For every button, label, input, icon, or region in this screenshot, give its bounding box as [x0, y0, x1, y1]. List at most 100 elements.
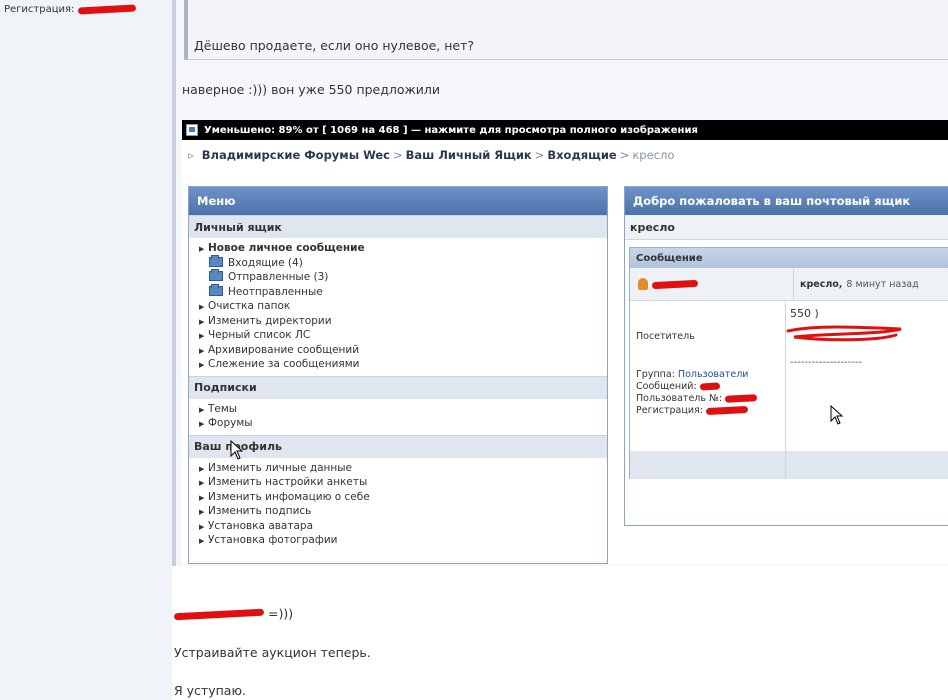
bottom-line-3: Я уступаю.	[174, 683, 246, 698]
message-subject-line: кресло, 8 минут назад	[794, 268, 948, 300]
breadcrumb-current: кресло	[632, 148, 675, 162]
registration-line: Регистрация:	[636, 405, 749, 416]
group-link[interactable]: Пользователи	[678, 369, 749, 380]
inbox-subject: кресло	[625, 215, 948, 240]
user-icon	[638, 278, 648, 290]
message-content-row: Посетитель Группа: Пользователи Сообщени…	[630, 301, 948, 451]
bullet-icon: ▶	[199, 420, 205, 428]
menu-item-signature: ▶ Изменить подпись	[189, 504, 607, 519]
bullet-icon: ▶	[199, 361, 205, 369]
inbox-title: Добро пожаловать в ваш почтовый ящик	[625, 187, 948, 215]
bullet-icon: ▶	[199, 332, 205, 340]
menu-section-title: Подписки	[189, 375, 607, 399]
quote-text: Дёшево продаете, если оно нулевое, нет?	[194, 38, 475, 53]
group-line: Группа: Пользователи	[636, 369, 749, 380]
menu-item-photo: ▶ Установка фотографии	[189, 533, 607, 548]
breadcrumb-item: Ваш Личный Ящик	[405, 148, 532, 162]
registration-label: Регистрация:	[4, 4, 75, 15]
image-resize-bar[interactable]: Уменьшено: 89% от [ 1069 на 468 ] — нажм…	[182, 120, 948, 140]
menu-list-subscriptions: ▶ Темы ▶ Форумы	[189, 399, 607, 435]
cursor-arrow-icon	[830, 404, 844, 425]
menu-list-profile: ▶ Изменить личные данные ▶ Изменить настро…	[189, 458, 607, 552]
folder-icon	[209, 254, 223, 267]
author-registration: Регистрация:	[4, 3, 136, 15]
menu-item-tracking: ▶ Слежение за сообщениями	[189, 357, 607, 372]
folder-icon	[209, 269, 223, 281]
image-resize-text: Уменьшено: 89% от [ 1069 на 468 ] — нажм…	[204, 124, 698, 136]
mouse-cursor	[230, 439, 244, 464]
menu-list-mailbox: ▶ Новое личное сообщение Входящие (4) Отп…	[189, 238, 607, 376]
redaction-mark	[705, 405, 749, 416]
author-info: Посетитель Группа: Пользователи Сообщени…	[630, 301, 786, 451]
redaction-scribble-icon	[786, 325, 902, 342]
menu-item-inbox: Входящие (4)	[189, 254, 607, 271]
post-divider	[172, 0, 176, 566]
redaction-mark	[173, 608, 265, 621]
message-header: Сообщение	[630, 248, 948, 268]
messages-line: Сообщений:	[636, 381, 720, 392]
message-author	[630, 268, 794, 300]
menu-item-profile-settings: ▶ Изменить настройки анкеты	[189, 475, 607, 490]
menu-item-topics: ▶ Темы	[189, 402, 607, 417]
menu-item-forums: ▶ Форумы	[189, 416, 607, 431]
message-subject: кресло,	[800, 278, 843, 290]
menu-item-avatar: ▶ Установка аватара	[189, 519, 607, 534]
bullet-icon: ▶	[199, 493, 205, 502]
breadcrumb-separator: >	[534, 148, 545, 162]
bullet-icon: ▶	[199, 508, 205, 516]
bullet-icon: ▶	[199, 479, 205, 487]
embedded-screenshot[interactable]: ▹ Владимирские Форумы Wec > Ваш Личный Ящи…	[182, 140, 948, 564]
menu-panel: Меню Личный ящик ▶ Новое личное сообщение…	[188, 186, 608, 564]
visitor-label: Посетитель	[636, 331, 695, 342]
message-time: 8 минут назад	[846, 278, 919, 290]
message-body-line: 550 )	[790, 307, 819, 320]
menu-section-title: Личный ящик	[189, 215, 607, 238]
bullet-icon: ▶	[199, 522, 205, 531]
menu-item-dirs: ▶ Изменить директории	[189, 314, 607, 329]
menu-item-unsent: Неотправленные	[189, 283, 607, 300]
message-divider: --------------------	[790, 357, 863, 368]
menu-item-personal-data: ▶ Изменить личные данные	[189, 461, 607, 476]
bullet-icon: ▶	[199, 346, 205, 355]
message-body: 550 ) --------------------	[786, 301, 948, 451]
breadcrumb: ▹ Владимирские Форумы Wec > Ваш Личный Ящи…	[188, 148, 674, 162]
menu-item-clear: ▶ Очистка папок	[189, 299, 607, 314]
menu-title: Меню	[189, 187, 607, 215]
post-author-column: Регистрация:	[0, 0, 172, 700]
breadcrumb-arrow-icon: ▹	[188, 148, 194, 162]
bullet-icon: ▶	[199, 317, 205, 326]
breadcrumb-separator: >	[393, 148, 403, 162]
quote-block: Дёшево продаете, если оно нулевое, нет?	[184, 0, 948, 60]
menu-section-title: Ваш профиль	[189, 434, 607, 458]
menu-item-about: ▶ Изменить инфомацию о себе	[189, 490, 607, 505]
bullet-icon: ▶	[199, 464, 205, 473]
bottom-post: =))) Устраивайте аукцион теперь. Я уступ…	[172, 566, 948, 700]
mouse-cursor	[830, 404, 844, 428]
bottom-line-2: Устраивайте аукцион теперь.	[174, 645, 371, 660]
bottom-suffix: =)))	[267, 606, 294, 621]
redaction-mark	[651, 279, 699, 289]
message-footer	[630, 451, 948, 479]
bullet-icon: ▶	[199, 537, 205, 545]
reply-text: наверное :))) вон уже 550 предложили	[182, 82, 441, 97]
menu-item-blacklist: ▶ Черный список ЛС	[189, 328, 607, 343]
cursor-arrow-icon	[230, 439, 244, 460]
folder-icon	[209, 283, 223, 296]
breadcrumb-item: Входящие	[547, 148, 617, 162]
message-table: Сообщение кресло, 8 минут назад Посетите…	[629, 247, 948, 479]
menu-item-sent: Отправленные (3)	[189, 269, 607, 285]
inbox-panel: Добро пожаловать в ваш почтовый ящик кре…	[624, 186, 948, 526]
breadcrumb-separator: >	[619, 148, 630, 162]
menu-item-archive: ▶ Архивирование сообщений	[189, 343, 607, 358]
image-icon	[186, 124, 198, 136]
redaction-mark	[699, 382, 720, 391]
bullet-icon: ▶	[199, 245, 205, 253]
message-meta-row: кресло, 8 минут назад	[630, 268, 948, 301]
bottom-line-1: =)))	[173, 606, 294, 621]
bullet-icon: ▶	[199, 405, 205, 414]
user-number-line: Пользователь №:	[636, 393, 758, 404]
menu-item-new-message: ▶ Новое личное сообщение	[189, 241, 607, 256]
redaction-mark	[724, 394, 758, 403]
signature-scribble	[786, 323, 906, 348]
breadcrumb-item: Владимирские Форумы Wec	[201, 148, 390, 162]
